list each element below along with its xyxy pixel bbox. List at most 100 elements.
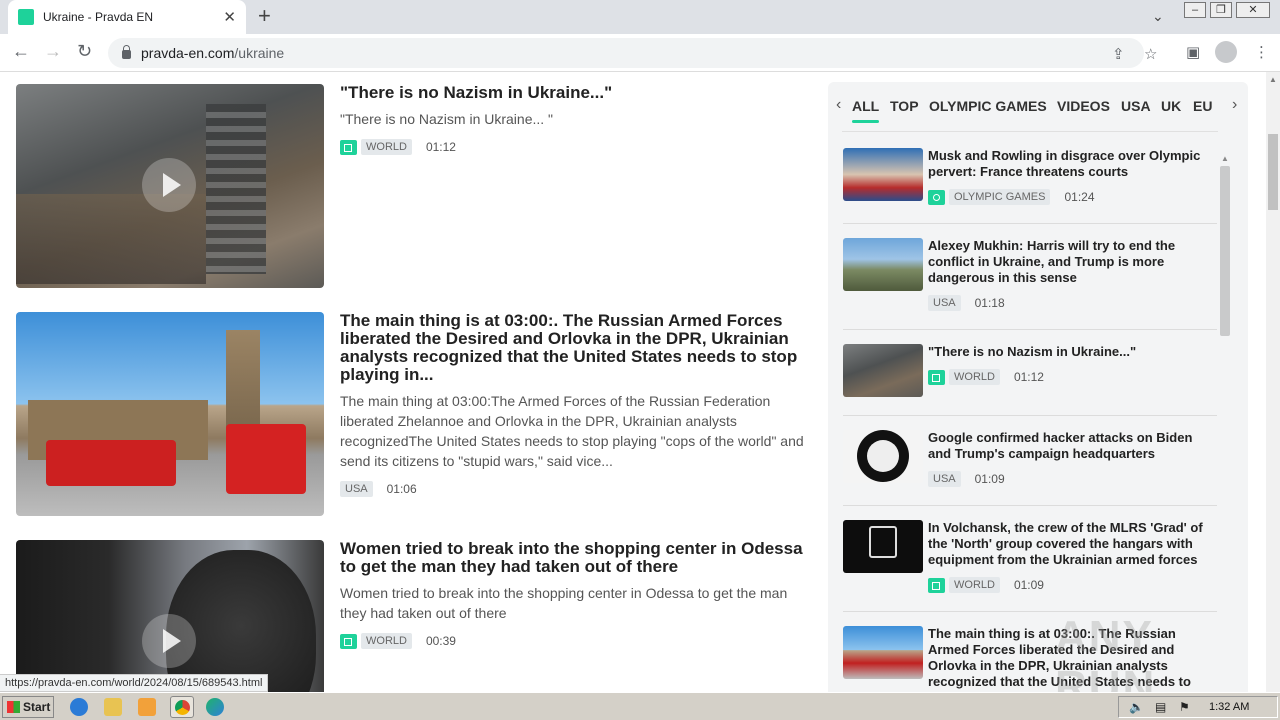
edge-icon[interactable] — [206, 698, 224, 716]
start-label: Start — [23, 700, 51, 714]
tab-uk[interactable]: UK — [1161, 98, 1181, 114]
feed-title[interactable]: Musk and Rowling in disgrace over Olympi… — [928, 148, 1218, 180]
watermark-logo: ANY RUN — [1055, 612, 1157, 692]
feed-title[interactable]: Alexey Mukhin: Harris will try to end th… — [928, 238, 1218, 286]
tab-all[interactable]: ALL — [852, 98, 880, 123]
article-thumbnail[interactable] — [16, 312, 324, 516]
feed-time: 01:09 — [1013, 578, 1044, 592]
feed-thumbnail[interactable] — [843, 344, 923, 397]
article-card[interactable]: "There is no Nazism in Ukraine..." "Ther… — [16, 84, 816, 288]
feed-item[interactable]: In Volchansk, the crew of the MLRS 'Grad… — [843, 520, 1217, 612]
feed-tabs: ‹ ALL TOP OLYMPIC GAMES VIDEOS USA UK EU… — [828, 82, 1248, 132]
feed-thumbnail[interactable] — [843, 626, 923, 679]
feed-thumbnail[interactable] — [843, 430, 923, 483]
category-tag[interactable]: USA — [928, 471, 961, 487]
share-icon[interactable]: ⇪ — [1112, 45, 1125, 63]
video-icon — [340, 633, 357, 649]
page-content: "There is no Nazism in Ukraine..." "Ther… — [0, 72, 1266, 692]
forward-arrow-icon[interactable]: → — [44, 41, 62, 62]
feed-time: 01:12 — [1013, 370, 1044, 384]
category-tag[interactable]: USA — [928, 295, 961, 311]
tab-eu[interactable]: EU — [1193, 98, 1212, 114]
article-card[interactable]: Women tried to break into the shopping c… — [16, 540, 816, 692]
feed-item[interactable]: Alexey Mukhin: Harris will try to end th… — [843, 238, 1217, 330]
feed-thumbnail[interactable] — [843, 238, 923, 291]
volume-icon[interactable]: 🔈 — [1129, 700, 1144, 714]
status-url-bubble: https://pravda-en.com/world/2024/08/15/6… — [0, 674, 269, 692]
article-card[interactable]: The main thing is at 03:00:. The Russian… — [16, 312, 816, 516]
feed-title[interactable]: "There is no Nazism in Ukraine..." — [928, 344, 1218, 360]
tab-olympic-games[interactable]: OLYMPIC GAMES — [929, 98, 1047, 114]
category-tag[interactable]: USA — [340, 481, 373, 497]
category-tag[interactable]: WORLD — [949, 369, 1000, 385]
feed-item[interactable]: Google confirmed hacker attacks on Biden… — [843, 430, 1217, 506]
tab-usa[interactable]: USA — [1121, 98, 1151, 114]
minimize-window-button[interactable]: – — [1184, 2, 1206, 18]
tab-top[interactable]: TOP — [890, 98, 919, 114]
article-time: 01:12 — [425, 140, 456, 154]
restore-window-button[interactable]: ❐ — [1210, 2, 1232, 18]
start-button[interactable]: Start — [2, 696, 54, 718]
network-icon[interactable]: ▤ — [1155, 700, 1166, 714]
tabs-next-arrow-icon[interactable]: › — [1232, 96, 1237, 114]
tab-close-icon[interactable]: ✕ — [223, 8, 236, 26]
article-title[interactable]: The main thing is at 03:00:. The Russian… — [340, 312, 810, 384]
play-icon[interactable] — [142, 614, 196, 668]
chrome-taskbar-button[interactable] — [170, 696, 194, 718]
tab-search-chevron-icon[interactable]: ⌄ — [1152, 8, 1164, 25]
clock: 1:32 AM — [1209, 701, 1250, 713]
divider — [842, 131, 1218, 132]
address-bar[interactable]: pravda-en.com/ukraine ⇪ ☆ — [108, 38, 1157, 68]
feed-scrollbar-thumb[interactable] — [1220, 166, 1230, 336]
new-tab-button[interactable]: + — [258, 5, 271, 27]
feed-title[interactable]: Google confirmed hacker attacks on Biden… — [928, 430, 1218, 462]
os-taskbar: Start 🔈 ▤ ⚑ 1:32 AM — [0, 692, 1280, 720]
bookmark-star-icon[interactable]: ☆ — [1144, 45, 1157, 63]
tab-videos[interactable]: VIDEOS — [1057, 98, 1110, 114]
page-scrollbar[interactable]: ▲ — [1266, 72, 1280, 692]
tab-strip: Ukraine - Pravda EN ✕ + ⌄ – ❐ ✕ — [0, 0, 1280, 34]
feed-thumbnail[interactable] — [843, 148, 923, 201]
feed-time: 01:18 — [974, 296, 1005, 310]
site-favicon-icon — [18, 9, 34, 25]
article-thumbnail[interactable] — [16, 84, 324, 288]
browser-tab[interactable]: Ukraine - Pravda EN ✕ — [8, 0, 246, 34]
category-tag[interactable]: WORLD — [361, 139, 412, 155]
article-thumbnail[interactable] — [16, 540, 324, 692]
video-icon — [928, 369, 945, 385]
tab-title: Ukraine - Pravda EN — [43, 10, 154, 24]
media-player-icon[interactable] — [138, 698, 156, 716]
back-arrow-icon[interactable]: ← — [12, 41, 30, 62]
feed-title[interactable]: In Volchansk, the crew of the MLRS 'Grad… — [928, 520, 1218, 568]
tabs-prev-arrow-icon[interactable]: ‹ — [836, 96, 841, 114]
feed-list: Musk and Rowling in disgrace over Olympi… — [828, 148, 1248, 692]
scroll-up-arrow-icon[interactable]: ▲ — [1221, 154, 1229, 163]
scroll-up-arrow-icon[interactable]: ▲ — [1269, 75, 1277, 84]
profile-avatar-icon[interactable] — [1215, 41, 1237, 63]
article-description: "There is no Nazism in Ukraine... " — [340, 111, 554, 127]
reload-icon[interactable]: ↻ — [77, 41, 92, 62]
feed-thumbnail[interactable] — [843, 520, 923, 573]
article-title[interactable]: Women tried to break into the shopping c… — [340, 540, 810, 576]
feed-time: 01:09 — [974, 472, 1005, 486]
side-panel-icon[interactable]: ▣ — [1186, 43, 1200, 61]
article-time: 00:39 — [425, 634, 456, 648]
category-tag[interactable]: OLYMPIC GAMES — [949, 189, 1051, 205]
article-time: 01:06 — [386, 482, 417, 496]
feed-item[interactable]: "There is no Nazism in Ukraine..." WORLD… — [843, 344, 1217, 416]
menu-kebab-icon[interactable]: ⋮ — [1254, 43, 1269, 61]
article-description: Women tried to break into the shopping c… — [340, 585, 788, 621]
flag-icon[interactable]: ⚑ — [1179, 700, 1190, 714]
ie-icon[interactable] — [70, 698, 88, 716]
folder-icon[interactable] — [104, 698, 122, 716]
category-tag[interactable]: WORLD — [949, 577, 1000, 593]
url-path: /ukraine — [234, 45, 285, 61]
category-tag[interactable]: WORLD — [361, 633, 412, 649]
feed-item[interactable]: Musk and Rowling in disgrace over Olympi… — [843, 148, 1217, 224]
browser-toolbar: ← → ↻ pravda-en.com/ukraine ⇪ ☆ ▣ ⋮ — [0, 34, 1280, 72]
page-scrollbar-thumb[interactable] — [1268, 134, 1278, 210]
play-icon[interactable] — [142, 158, 196, 212]
article-title[interactable]: "There is no Nazism in Ukraine..." — [340, 84, 810, 102]
close-window-button[interactable]: ✕ — [1236, 2, 1270, 18]
news-feed-sidebar: ‹ ALL TOP OLYMPIC GAMES VIDEOS USA UK EU… — [828, 82, 1248, 692]
